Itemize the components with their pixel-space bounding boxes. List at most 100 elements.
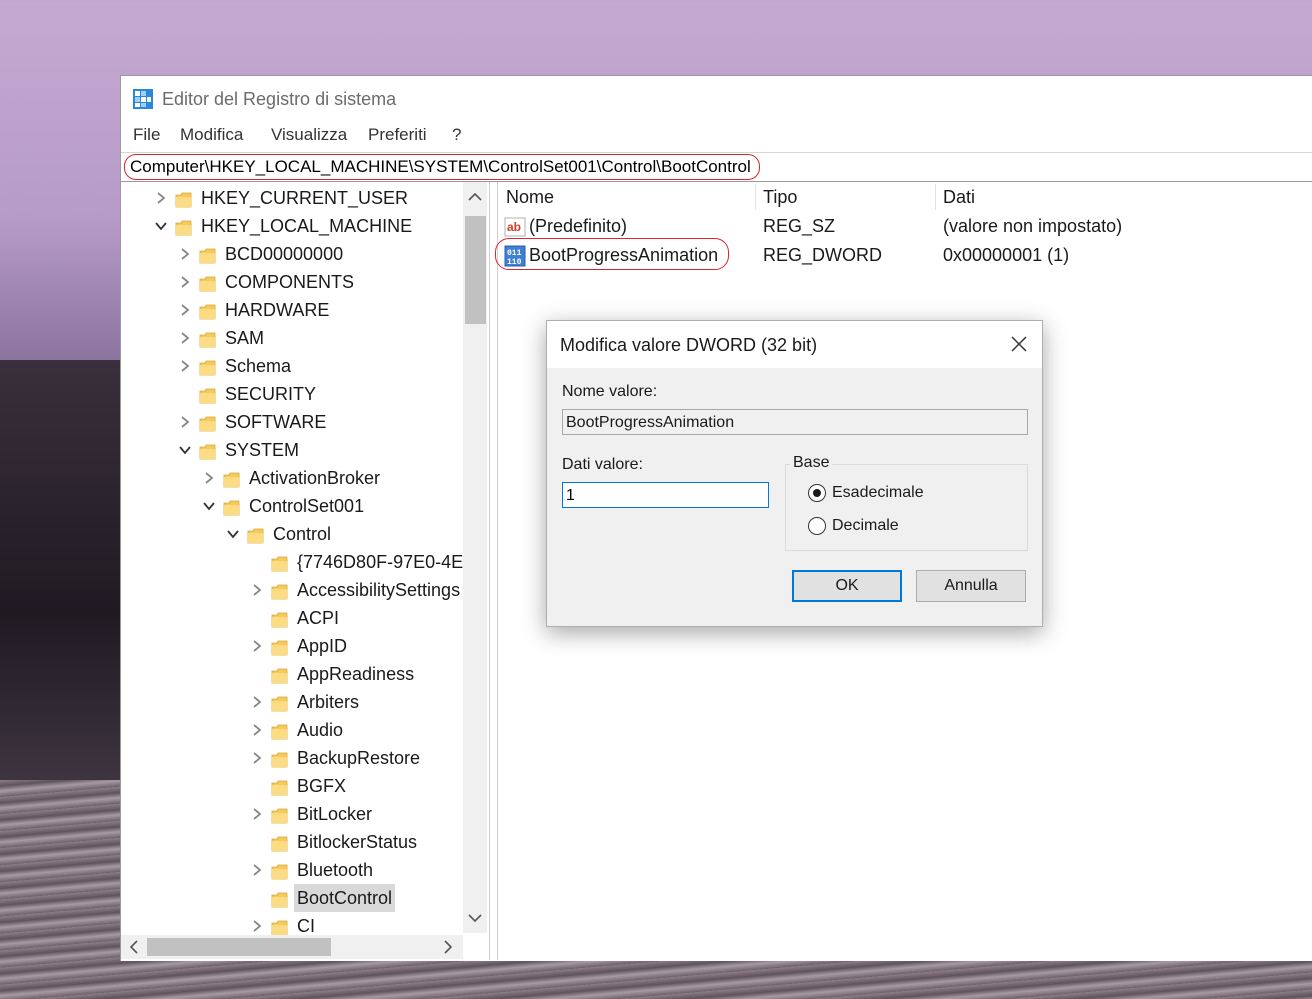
tree-item-label: HKEY_LOCAL_MACHINE — [201, 216, 413, 236]
chevron-right-icon[interactable] — [250, 919, 264, 933]
folder-icon — [199, 301, 216, 320]
folder-icon — [175, 189, 192, 208]
tree-item-label: SAM — [225, 328, 265, 348]
window-title: Editor del Registro di sistema — [162, 89, 397, 109]
folder-icon — [223, 469, 240, 488]
value-type: REG_DWORD — [763, 245, 883, 265]
chevron-right-icon[interactable] — [178, 415, 192, 429]
chevron-down-icon[interactable] — [178, 443, 192, 457]
string-value-icon: ab — [504, 216, 526, 238]
chevron-right-icon[interactable] — [250, 639, 264, 653]
chevron-right-icon[interactable] — [154, 191, 168, 205]
folder-icon — [271, 805, 288, 824]
menu-bar: File Modifica Visualizza Preferiti ? — [121, 122, 1312, 150]
value-data-field[interactable]: 1 — [562, 482, 769, 508]
value-name-field[interactable]: BootProgressAnimation — [562, 409, 1028, 435]
chevron-right-icon[interactable] — [202, 471, 216, 485]
tree-item-label: Arbiters — [297, 692, 360, 712]
hexadecimal-radio[interactable] — [808, 484, 826, 502]
tree-horizontal-scroll-thumb[interactable] — [147, 938, 331, 956]
column-header-type[interactable]: Tipo — [763, 187, 797, 208]
tree-horizontal-scrollbar[interactable] — [121, 935, 463, 959]
folder-icon — [199, 385, 216, 404]
folder-icon — [271, 749, 288, 768]
column-separator[interactable] — [935, 184, 936, 210]
tree-vertical-scrollbar[interactable] — [463, 182, 487, 933]
folder-icon — [271, 861, 288, 880]
tree-item-label: HKEY_CURRENT_USER — [201, 188, 409, 208]
chevron-right-icon[interactable] — [178, 303, 192, 317]
chevron-right-icon[interactable] — [250, 723, 264, 737]
menu-file[interactable]: File — [133, 125, 160, 145]
tree-vertical-scroll-thumb[interactable] — [465, 216, 486, 324]
decimal-radio[interactable] — [808, 517, 826, 535]
folder-icon — [271, 609, 288, 628]
tree-item-label: BackupRestore — [297, 748, 421, 768]
hexadecimal-radio-label[interactable]: Esadecimale — [832, 484, 924, 502]
folder-icon — [199, 245, 216, 264]
value-name: (Predefinito) — [529, 216, 628, 236]
tree-item-label: Control — [273, 524, 332, 544]
folder-icon — [271, 833, 288, 852]
column-separator[interactable] — [755, 184, 756, 210]
value-data: (valore non impostato) — [943, 216, 1123, 236]
column-header-data[interactable]: Dati — [943, 187, 975, 208]
menu-visualizza[interactable]: Visualizza — [271, 125, 347, 145]
folder-icon — [247, 525, 264, 544]
folder-icon — [271, 693, 288, 712]
chevron-right-icon[interactable] — [178, 359, 192, 373]
close-icon[interactable] — [1008, 333, 1030, 355]
tree-item-label: Audio — [297, 720, 344, 740]
menu-preferiti[interactable]: Preferiti — [368, 125, 427, 145]
tree-item-label: AppReadiness — [297, 664, 415, 684]
wallpaper-hill — [0, 360, 130, 780]
tree-item-label: BGFX — [297, 776, 347, 796]
folder-icon — [271, 637, 288, 656]
chevron-right-icon[interactable] — [178, 331, 192, 345]
chevron-right-icon[interactable] — [178, 275, 192, 289]
chevron-right-icon[interactable] — [250, 807, 264, 821]
tree-item-label: BCD00000000 — [225, 244, 344, 264]
tree-item-label: COMPONENTS — [225, 272, 355, 292]
value-name-label: Nome valore: — [562, 383, 658, 400]
folder-icon — [271, 553, 288, 572]
scroll-left-icon[interactable] — [125, 938, 143, 956]
scroll-right-icon[interactable] — [439, 938, 457, 956]
folder-icon — [175, 217, 192, 236]
folder-icon — [199, 329, 216, 348]
folder-icon — [271, 777, 288, 796]
scroll-down-icon[interactable] — [466, 909, 484, 927]
address-path[interactable]: Computer\HKEY_LOCAL_MACHINE\SYSTEM\Contr… — [124, 154, 760, 180]
folder-icon — [223, 497, 240, 516]
dialog-title-bar: Modifica valore DWORD (32 bit) — [547, 321, 1042, 368]
cancel-button[interactable]: Annulla — [916, 570, 1026, 602]
chevron-down-icon[interactable] — [226, 527, 240, 541]
tree-item-label: HARDWARE — [225, 300, 330, 320]
ok-button[interactable]: OK — [792, 570, 902, 602]
dialog-title: Modifica valore DWORD (32 bit) — [560, 335, 818, 355]
folder-icon — [271, 889, 288, 908]
chevron-right-icon[interactable] — [250, 695, 264, 709]
tree-item-label: BootControl — [294, 884, 396, 912]
chevron-down-icon[interactable] — [154, 219, 168, 233]
tree-item-label: SECURITY — [225, 384, 317, 404]
svg-text:011: 011 — [507, 249, 522, 258]
decimal-radio-label[interactable]: Decimale — [832, 517, 899, 535]
binary-value-icon: 011 110 — [504, 245, 526, 267]
folder-icon — [199, 413, 216, 432]
tree-item-label: AccessibilitySettings — [297, 580, 461, 600]
chevron-right-icon[interactable] — [178, 247, 192, 261]
chevron-right-icon[interactable] — [250, 863, 264, 877]
menu-help[interactable]: ? — [452, 125, 461, 145]
column-header-name[interactable]: Nome — [506, 187, 554, 208]
base-label: Base — [790, 454, 833, 472]
value-type: REG_SZ — [763, 216, 836, 236]
chevron-right-icon[interactable] — [250, 583, 264, 597]
chevron-down-icon[interactable] — [202, 499, 216, 513]
scroll-up-icon[interactable] — [466, 188, 484, 206]
address-bar[interactable]: Computer\HKEY_LOCAL_MACHINE\SYSTEM\Contr… — [121, 152, 1312, 182]
chevron-right-icon[interactable] — [250, 751, 264, 765]
tree-item-label: BitLocker — [297, 804, 373, 824]
tree-item-label: Schema — [225, 356, 292, 376]
menu-modifica[interactable]: Modifica — [180, 125, 243, 145]
